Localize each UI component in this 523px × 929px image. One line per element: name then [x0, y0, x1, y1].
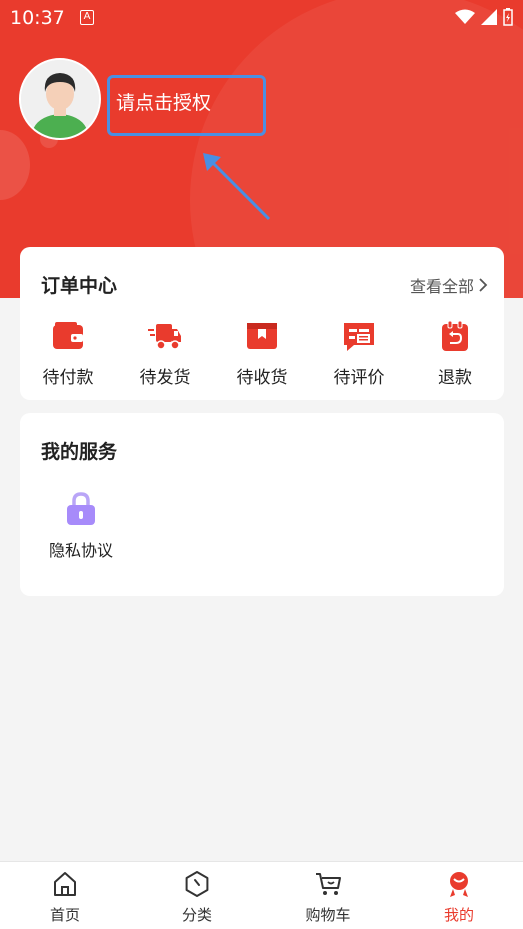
package-icon: [247, 323, 277, 349]
profile-icon: [450, 872, 468, 897]
order-item-label: 待收货: [236, 368, 288, 388]
refund-icon: [442, 320, 468, 351]
tab-label: 分类: [181, 906, 212, 924]
status-time: 10:37: [10, 7, 65, 29]
tab-label: 购物车: [305, 906, 351, 924]
arrow-pointer-icon: [203, 153, 271, 221]
order-item-pending-shipment[interactable]: 待发货: [130, 319, 200, 388]
order-center-title: 订单中心: [41, 275, 118, 297]
wallet-icon: [53, 322, 83, 349]
order-item-refund[interactable]: 退款: [420, 319, 490, 388]
order-item-label: 待发货: [139, 368, 191, 388]
tab-profile[interactable]: 我的: [414, 870, 504, 925]
avatar[interactable]: [19, 58, 101, 140]
order-item-label: 退款: [438, 368, 472, 388]
review-icon: [344, 323, 374, 351]
wifi-icon: [455, 9, 475, 24]
lock-icon: [67, 492, 95, 525]
delivery-truck-icon: [148, 324, 181, 350]
signal-icon: [481, 9, 497, 25]
tab-home[interactable]: 首页: [20, 870, 110, 925]
order-item-label: 待付款: [42, 368, 94, 388]
order-item-pending-receipt[interactable]: 待收货: [227, 319, 297, 388]
tab-label: 我的: [443, 906, 474, 924]
battery-icon: [503, 8, 513, 26]
order-item-pending-review[interactable]: 待评价: [324, 319, 394, 388]
order-item-pending-payment[interactable]: 待付款: [33, 319, 103, 388]
see-all-label: 查看全部: [409, 277, 474, 296]
chevron-right-icon: [479, 278, 488, 292]
bottom-tab-bar: 首页 分类 购物车 我的: [0, 861, 523, 929]
home-icon: [54, 872, 76, 896]
app-notification-icon: A: [80, 10, 94, 25]
authorize-prompt[interactable]: 请点击授权: [116, 88, 211, 115]
privacy-policy-label: 隐私协议: [48, 541, 113, 560]
privacy-policy-item[interactable]: 隐私协议: [40, 491, 122, 561]
tab-cart[interactable]: 购物车: [283, 870, 373, 925]
see-all-orders-link[interactable]: 查看全部: [410, 273, 488, 297]
user-avatar-icon: [21, 60, 99, 138]
tab-category[interactable]: 分类: [152, 870, 242, 925]
my-services-title: 我的服务: [41, 441, 118, 463]
tab-label: 首页: [49, 906, 80, 924]
order-item-label: 待评价: [333, 368, 385, 388]
order-center-card: 订单中心 查看全部 待付款 待发货 待收货 待评价 退款: [20, 247, 504, 400]
decorative-bubble: [0, 130, 30, 200]
cart-icon: [316, 873, 341, 895]
category-icon: [185, 871, 209, 897]
status-bar: 10:37 A: [0, 0, 523, 36]
my-services-card: 我的服务 隐私协议: [20, 413, 504, 596]
